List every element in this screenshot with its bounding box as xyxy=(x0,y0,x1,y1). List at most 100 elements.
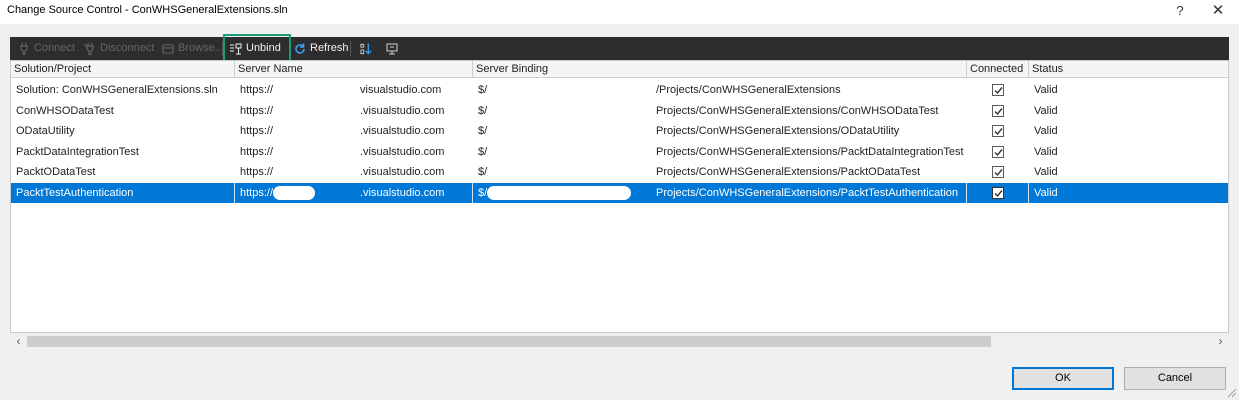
toolbar-separator xyxy=(350,41,351,56)
server-name-cell-text: .visualstudio.com xyxy=(360,186,445,199)
checkmark-icon xyxy=(994,148,1003,156)
sort-icon xyxy=(360,42,372,55)
project-cell: ODataUtility xyxy=(11,121,235,141)
redaction-mask xyxy=(273,185,315,200)
server-binding-cell-text: $/ xyxy=(478,84,488,96)
properties-icon xyxy=(386,43,398,55)
server-binding-cell: $/ Projects/ConWHSGeneralExtensions/OData… xyxy=(473,121,967,141)
server-binding-cell-text: Projects/ConWHSGeneralExtensions/PacktOD… xyxy=(656,166,921,178)
connected-checkbox[interactable] xyxy=(992,166,1004,178)
help-button[interactable]: ? xyxy=(1170,2,1190,20)
server-binding-cell: $/ Projects/ConWHSGeneralExtensions/Packt… xyxy=(473,162,967,182)
server-binding-cell-text: $/ xyxy=(478,125,488,137)
connected-cell xyxy=(967,142,1029,162)
table-row[interactable]: PacktODataTest https:// .visualstudio.com $… xyxy=(11,162,1228,182)
unplug-icon xyxy=(84,42,96,55)
connected-checkbox[interactable] xyxy=(992,145,1004,158)
project-cell: PacktTestAuthentication xyxy=(11,182,235,203)
server-name-cell-text: .visualstudio.com xyxy=(360,104,445,117)
horizontal-scrollbar[interactable]: ‹ › xyxy=(10,333,1229,350)
server-binding-cell-text: $/ xyxy=(478,104,488,117)
toolbar: Connect Disconnect Browse... Unbind Refr… xyxy=(10,37,1229,60)
checkmark-icon xyxy=(994,107,1003,115)
unbind-icon xyxy=(230,43,242,55)
server-name-cell: https:// .visualstudio.com xyxy=(235,121,473,141)
server-binding-cell: $/ /Projects/ConWHSGeneralExtensions xyxy=(473,80,967,100)
connected-cell xyxy=(967,101,1029,121)
server-name-cell: https:// .visualstudio.com xyxy=(235,182,473,203)
server-binding-cell-text: /Projects/ConWHSGeneralExtensions xyxy=(656,84,841,96)
server-binding-cell-text: Projects/ConWHSGeneralExtensions/ODataUt… xyxy=(656,125,900,137)
refresh-button[interactable]: Refresh xyxy=(290,37,353,60)
window-title: Change Source Control - ConWHSGeneralExt… xyxy=(7,4,288,16)
table-row[interactable]: PacktTestAuthentication https:// .visualst… xyxy=(11,182,1228,203)
server-name-cell-text: .visualstudio.com xyxy=(360,125,445,137)
status-cell: Valid xyxy=(1034,166,1058,178)
connected-checkbox[interactable] xyxy=(992,104,1004,117)
scroll-left-arrow[interactable]: ‹ xyxy=(10,333,27,350)
status-cell: Valid xyxy=(1034,125,1058,137)
column-header-server-name[interactable]: Server Name xyxy=(235,61,473,78)
disconnect-button[interactable]: Disconnect xyxy=(80,37,158,60)
close-button[interactable]: ✕ xyxy=(1208,2,1228,20)
server-binding-cell-text: Projects/ConWHSGeneralExtensions/ConWHSO… xyxy=(656,104,939,117)
connected-checkbox[interactable] xyxy=(992,186,1004,199)
plug-icon xyxy=(18,42,30,55)
unbind-button[interactable]: Unbind xyxy=(226,37,285,60)
disconnect-label: Disconnect xyxy=(100,42,155,54)
checkmark-icon xyxy=(994,189,1003,197)
server-binding-cell-text: Projects/ConWHSGeneralExtensions/PacktTe… xyxy=(656,186,959,199)
column-header-status[interactable]: Status xyxy=(1029,61,1228,78)
ok-button[interactable]: OK xyxy=(1012,367,1114,390)
connected-cell xyxy=(967,182,1029,203)
connect-button[interactable]: Connect xyxy=(14,37,79,60)
column-header-connected[interactable]: Connected xyxy=(967,61,1029,78)
connected-checkbox[interactable] xyxy=(992,84,1004,96)
table-row[interactable]: PacktDataIntegrationTest https:// .visuals… xyxy=(11,142,1228,162)
server-binding-cell-text: $/ xyxy=(478,186,488,199)
project-cell: PacktDataIntegrationTest xyxy=(11,142,235,162)
connected-cell xyxy=(967,162,1029,182)
table-header: Solution/Project Server Name Server Bind… xyxy=(11,61,1228,78)
server-name-cell-text: https:// xyxy=(240,186,274,199)
checkmark-icon xyxy=(994,169,1003,177)
project-cell: Solution: ConWHSGeneralExtensions.sln xyxy=(11,80,235,100)
sort-button[interactable] xyxy=(356,37,376,60)
checkmark-icon xyxy=(994,87,1003,95)
server-binding-cell-text: $/ xyxy=(478,166,488,178)
browse-button[interactable]: Browse... xyxy=(158,37,228,60)
project-cell-text: PacktTestAuthentication xyxy=(16,186,134,199)
server-name-cell-text: https:// xyxy=(240,84,274,96)
status-cell: Valid xyxy=(1034,84,1058,96)
browse-label: Browse... xyxy=(178,42,224,54)
resize-grip-icon[interactable] xyxy=(1225,386,1237,398)
scroll-thumb[interactable] xyxy=(27,336,991,347)
refresh-icon xyxy=(294,43,306,55)
table-row[interactable]: ConWHSODataTest https:// .visualstudio.com… xyxy=(11,101,1228,121)
properties-button[interactable] xyxy=(382,37,402,60)
title-bar: Change Source Control - ConWHSGeneralExt… xyxy=(0,0,1239,24)
server-name-cell: https:// .visualstudio.com xyxy=(235,162,473,182)
status-cell: Valid xyxy=(1029,183,1228,203)
refresh-label: Refresh xyxy=(310,42,349,54)
table-row[interactable]: Solution: ConWHSGeneralExtensions.sln htt… xyxy=(11,80,1228,100)
server-binding-cell: $/ Projects/ConWHSGeneralExtensions/Packt… xyxy=(473,142,967,162)
server-name-cell-text: https:// xyxy=(240,125,274,137)
project-cell-text: PacktODataTest xyxy=(16,166,96,178)
connected-checkbox[interactable] xyxy=(992,125,1004,137)
column-header-project[interactable]: Solution/Project xyxy=(11,61,235,78)
server-name-cell: https:// .visualstudio.com xyxy=(235,101,473,121)
project-cell-text: Solution: ConWHSGeneralExtensions.sln xyxy=(16,84,218,96)
table-row[interactable]: ODataUtility https:// .visualstudio.com $/ P… xyxy=(11,121,1228,141)
project-cell-text: ODataUtility xyxy=(16,125,75,137)
scroll-right-arrow[interactable]: › xyxy=(1212,333,1229,350)
server-name-cell-text: .visualstudio.com xyxy=(360,145,445,158)
server-binding-cell: $/ Projects/ConWHSGeneralExtensions/Packt… xyxy=(473,182,967,203)
column-header-server-binding[interactable]: Server Binding xyxy=(473,61,967,78)
server-name-cell-text: https:// xyxy=(240,145,274,158)
cancel-button[interactable]: Cancel xyxy=(1124,367,1226,390)
redaction-mask xyxy=(487,185,631,200)
server-name-cell-text: https:// xyxy=(240,166,274,178)
bindings-table: Solution/Project Server Name Server Bind… xyxy=(10,60,1229,333)
toolbar-separator xyxy=(222,41,223,56)
